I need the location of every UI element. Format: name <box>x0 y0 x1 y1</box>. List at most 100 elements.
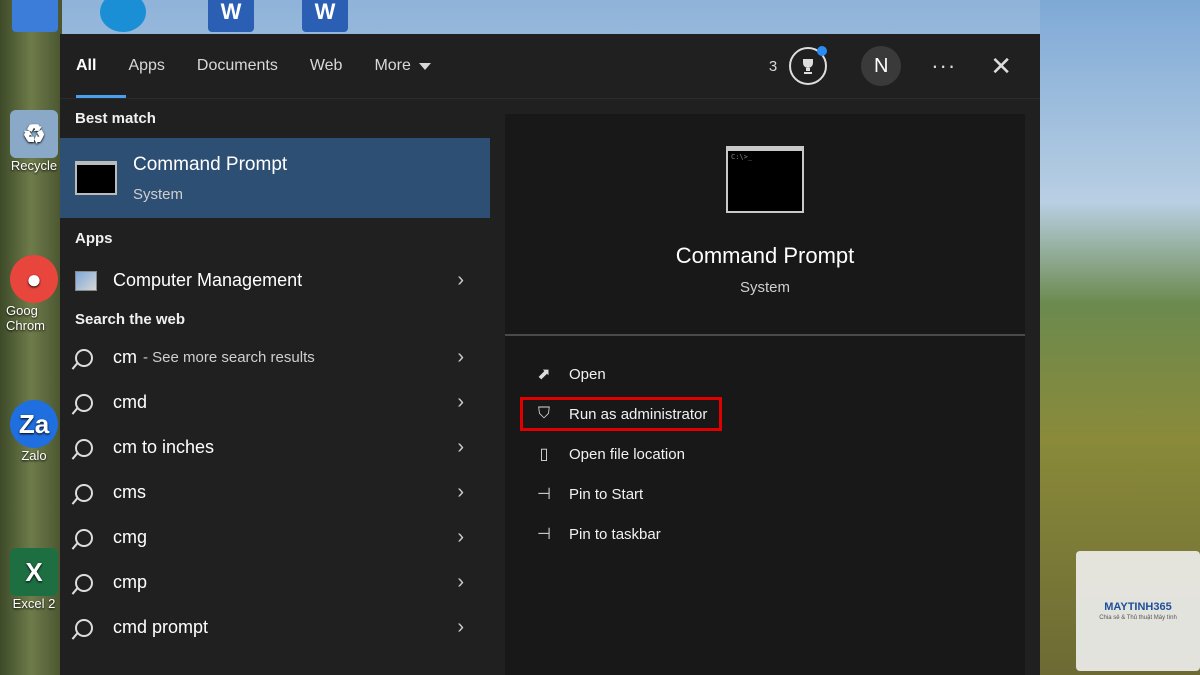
desktop-icon-label: Excel 2 <box>12 596 56 611</box>
action-pin-to-start[interactable]: ⊣ Pin to Start <box>505 474 1025 514</box>
desktop-icon-label: Goog Chrom <box>6 303 46 333</box>
folder-icon: ▯ <box>539 446 549 463</box>
rewards-count: 3 <box>768 57 778 75</box>
tab-label: All <box>76 57 97 74</box>
watermark-brand: MAYTINH365 <box>1104 601 1172 613</box>
search-icon <box>75 573 93 592</box>
web-result-query: cmd <box>113 392 148 412</box>
preview-subtitle: System <box>739 279 790 296</box>
action-label: Pin to Start <box>569 485 644 503</box>
chrome-icon: ● <box>10 255 58 303</box>
tab-label: Apps <box>128 57 165 74</box>
console-prompt-text: C:\>_ <box>731 153 753 161</box>
web-result-query: cm to inches <box>113 437 215 457</box>
app-result-label: Computer Management <box>113 270 303 290</box>
avatar[interactable]: N <box>861 46 902 86</box>
results-list: Best match Command Prompt System Apps Co… <box>60 98 490 675</box>
tab-apps[interactable]: Apps <box>112 34 180 98</box>
preview-pane: C:\>_ Command Prompt System ⬈ Open ⛉ Run… <box>505 114 1025 675</box>
word-icon[interactable]: W <box>208 0 254 32</box>
web-result-query: cmp <box>113 572 148 592</box>
caret-down-icon <box>418 62 431 70</box>
web-result[interactable]: cm - See more search results › <box>60 335 490 380</box>
best-match-subtitle: System <box>133 185 184 203</box>
shield-icon: ⛉ <box>537 405 550 422</box>
action-run-as-administrator[interactable]: ⛉ Run as administrator <box>517 394 725 434</box>
action-open-file-location[interactable]: ▯ Open file location <box>505 434 1025 474</box>
tab-label: More <box>374 57 411 74</box>
web-result[interactable]: cmd prompt › <box>60 605 490 650</box>
best-match-item[interactable]: Command Prompt System <box>60 138 490 218</box>
best-match-title: Command Prompt <box>133 153 288 175</box>
desktop-icon-label: Zalo <box>21 448 47 463</box>
preview-title: Command Prompt <box>675 243 855 268</box>
search-icon <box>75 438 93 457</box>
web-result[interactable]: cm to inches › <box>60 425 490 470</box>
watermark-tagline: Chia sẻ & Thủ thuật Máy tính <box>1099 615 1177 621</box>
desktop-icon-excel[interactable]: X Excel 2 <box>6 548 62 611</box>
this-pc-icon[interactable] <box>12 0 58 32</box>
action-list: ⬈ Open ⛉ Run as administrator ▯ Open fil… <box>505 336 1025 554</box>
web-heading: Search the web <box>75 310 186 328</box>
pin-icon: ⊣ <box>537 486 551 503</box>
search-flyout: All Apps Documents Web More 3 N ··· ✕ Be… <box>60 34 1040 675</box>
search-icon <box>75 618 93 637</box>
chevron-right-icon[interactable]: › <box>457 436 464 459</box>
web-result-query: cm <box>113 347 137 367</box>
tab-more[interactable]: More <box>358 34 446 98</box>
apps-heading: Apps <box>75 229 113 247</box>
notification-dot <box>817 46 828 56</box>
tab-all[interactable]: All <box>60 34 127 98</box>
trophy-icon <box>803 59 814 74</box>
chevron-right-icon[interactable]: › <box>457 346 464 369</box>
web-result[interactable]: cmd › <box>60 380 490 425</box>
web-result[interactable]: cmp › <box>60 560 490 605</box>
word-icon-2[interactable]: W <box>302 0 348 32</box>
search-top-right: 3 N ··· ✕ <box>769 34 1040 98</box>
computer-management-icon <box>75 270 97 291</box>
action-pin-to-taskbar[interactable]: ⊣ Pin to taskbar <box>505 514 1025 554</box>
recycle-bin-icon: ♻ <box>10 110 58 158</box>
chevron-right-icon[interactable]: › <box>457 391 464 414</box>
search-icon <box>75 528 93 547</box>
chevron-right-icon[interactable]: › <box>457 481 464 504</box>
web-result[interactable]: cmg › <box>60 515 490 560</box>
search-icon <box>75 393 93 412</box>
command-prompt-large-icon: C:\>_ <box>726 146 804 213</box>
preview-header: C:\>_ Command Prompt System <box>505 114 1025 336</box>
desktop-icon-recycle[interactable]: ♻ Recycle <box>6 110 62 173</box>
web-result[interactable]: cms › <box>60 470 490 515</box>
command-prompt-icon <box>75 161 117 195</box>
tab-label: Documents <box>196 57 278 74</box>
action-label: Run as administrator <box>569 405 708 423</box>
action-label: Open file location <box>569 445 685 463</box>
tab-documents[interactable]: Documents <box>181 34 294 98</box>
search-icon <box>75 483 93 502</box>
web-result-query: cmd prompt <box>113 617 209 637</box>
desktop-icon-label: Recycle <box>10 158 58 173</box>
best-match-heading: Best match <box>75 109 156 127</box>
chevron-right-icon[interactable]: › <box>457 616 464 639</box>
close-icon[interactable]: ✕ <box>990 51 1012 82</box>
tab-label: Web <box>309 57 343 74</box>
app-result-computer-management[interactable]: Computer Management › <box>60 258 490 303</box>
web-result-query: cmg <box>113 527 148 547</box>
open-icon: ⬈ <box>537 366 551 383</box>
web-result-query: cms <box>113 482 146 502</box>
watermark-logo: MAYTINH365 Chia sẻ & Thủ thuật Máy tính <box>1076 551 1200 671</box>
action-label: Pin to taskbar <box>569 525 661 543</box>
chevron-right-icon[interactable]: › <box>457 571 464 594</box>
edge-icon[interactable] <box>100 0 146 32</box>
action-open[interactable]: ⬈ Open <box>505 354 1025 394</box>
excel-icon: X <box>10 548 58 596</box>
search-tabs-bar: All Apps Documents Web More 3 N ··· ✕ <box>60 34 1040 99</box>
chevron-right-icon[interactable]: › <box>457 269 464 292</box>
more-options-icon[interactable]: ··· <box>931 53 956 79</box>
tab-web[interactable]: Web <box>294 34 359 98</box>
pin-icon: ⊣ <box>537 526 551 543</box>
desktop-icon-zalo[interactable]: Za Zalo <box>6 400 62 463</box>
chevron-right-icon[interactable]: › <box>457 526 464 549</box>
zalo-icon: Za <box>10 400 58 448</box>
rewards-trophy-icon[interactable] <box>789 46 828 85</box>
desktop-icon-chrome[interactable]: ● Goog Chrom <box>6 255 62 333</box>
